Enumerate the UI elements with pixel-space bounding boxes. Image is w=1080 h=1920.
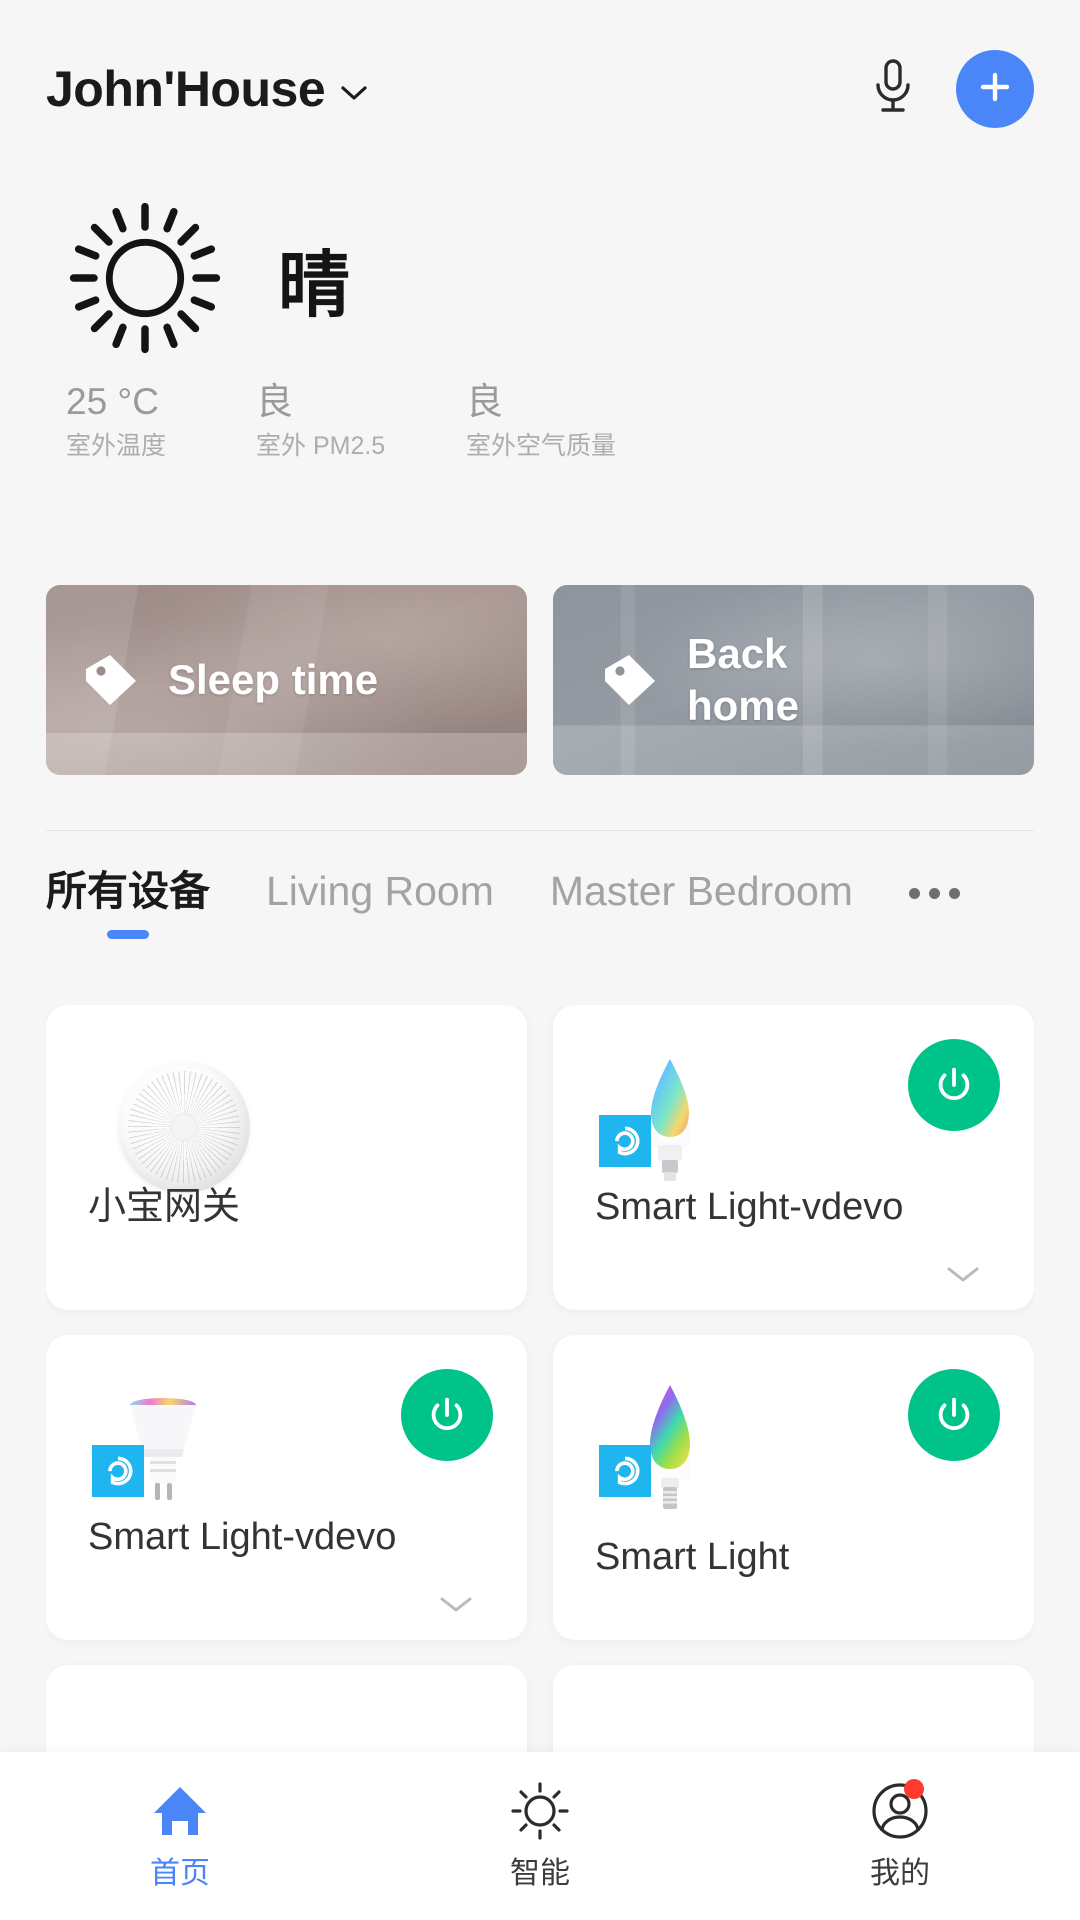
scene-card-sleep-time[interactable]: Sleep time [46,585,527,775]
weather-stat-value: 25 °C [66,381,159,422]
power-toggle-button[interactable] [908,1369,1000,1461]
bottom-navigation: 首页 智能 我的 [0,1752,1080,1920]
room-tabs: 所有设备 Living Room Master Bedroom [46,862,1046,952]
device-name: Smart Light [595,1536,790,1578]
weather-stat-pm25: 良 室外 PM2.5 [256,378,466,466]
candle-bulb-icon [595,1045,745,1195]
ellipsis-dot [908,888,920,899]
power-icon [938,1067,970,1101]
weather-stat-temperature: 25 °C 室外温度 [66,378,256,466]
device-name: Smart Light-vdevo [88,1516,397,1558]
scene-content: Sleep time [46,649,527,711]
gateway-dome-body [118,1061,250,1193]
power-icon [938,1397,970,1431]
device-card[interactable]: Smart Light-vdevo [46,1335,527,1640]
weather-stat-label: 室外温度 [66,432,167,460]
nav-label: 智能 [510,1857,570,1890]
scene-label: Sleep time [168,656,379,703]
weather-stat-value: 良 [256,381,293,422]
tab-living-room[interactable]: Living Room [266,862,494,920]
tab-label: Living Room [266,868,494,914]
weather-stats: 25 °C 室外温度 良 室外 PM2.5 良 室外空气质量 [0,378,1080,466]
device-name: 小宝网关 [88,1186,241,1228]
device-grid: 小宝网关 Smart Light-vdevo Smart Light-vdevo… [46,1005,1034,1860]
add-device-button[interactable] [956,50,1034,128]
device-card[interactable]: Smart Light [553,1335,1034,1640]
sun-icon [508,1779,572,1843]
power-toggle-button[interactable] [401,1369,493,1461]
alexa-badge-icon [599,1445,651,1497]
tab-label: Master Bedroom [549,868,853,914]
tag-icon [599,649,661,711]
alexa-badge-icon [92,1445,144,1497]
scene-shortcuts: Sleep time Back home [46,585,1034,775]
microphone-icon [869,58,917,121]
candle-bulb-icon [595,1375,745,1525]
sun-icon [60,193,230,363]
alexa-badge-icon [599,1115,651,1167]
weather-condition-label: 晴 [278,245,353,326]
tab-active-indicator [107,930,149,939]
weather-stat-value: 良 [466,381,503,422]
gateway-dome-icon [88,1045,250,1195]
home-selector[interactable]: John'House [46,60,367,118]
notification-badge-dot [904,1779,924,1799]
chevron-down-icon [341,85,367,101]
weather-panel[interactable]: 晴 25 °C 室外温度 良 室外 PM2.5 良 室外空气质量 [0,188,1080,466]
scene-content: Back home [553,628,1034,732]
scene-card-back-home[interactable]: Back home [553,585,1034,775]
device-card[interactable]: 小宝网关 [46,1005,527,1310]
ellipsis-icon[interactable] [908,888,960,899]
nav-item-home[interactable]: 首页 [0,1779,360,1893]
spot-bulb-icon [88,1375,238,1525]
nav-label: 首页 [150,1857,210,1890]
device-name: Smart Light-vdevo [595,1186,904,1228]
section-divider [46,830,1034,831]
tab-all-devices[interactable]: 所有设备 [46,862,210,939]
expand-chevron-down-icon[interactable] [439,1594,473,1614]
weather-stat-label: 室外 PM2.5 [256,432,386,460]
weather-stat-label: 室外空气质量 [466,432,617,460]
home-name-label: John'House [46,61,326,117]
nav-label: 我的 [870,1857,930,1890]
scene-label: Back home [687,630,800,729]
ellipsis-dot [948,888,960,899]
microphone-button[interactable] [856,52,930,126]
tab-label: 所有设备 [46,868,210,914]
home-icon [148,1779,212,1843]
tag-icon [80,649,142,711]
profile-icon [868,1779,932,1843]
nav-item-smart[interactable]: 智能 [360,1779,720,1893]
weather-stat-air-quality: 良 室外空气质量 [466,378,766,466]
expand-chevron-down-icon[interactable] [946,1264,980,1284]
power-icon [431,1397,463,1431]
app-header: John'House [0,0,1080,178]
ellipsis-dot [928,888,940,899]
gateway-dome-core [170,1113,198,1141]
nav-item-profile[interactable]: 我的 [720,1779,1080,1893]
weather-main: 晴 [0,188,1080,368]
power-toggle-button[interactable] [908,1039,1000,1131]
device-card[interactable]: Smart Light-vdevo [553,1005,1034,1310]
smart-home-app-screen: John'House 晴 25 °C 室外温度 良 室外 PM2.5 良 室外空… [0,0,1080,1920]
plus-icon [975,67,1015,112]
tab-master-bedroom[interactable]: Master Bedroom [550,862,853,920]
